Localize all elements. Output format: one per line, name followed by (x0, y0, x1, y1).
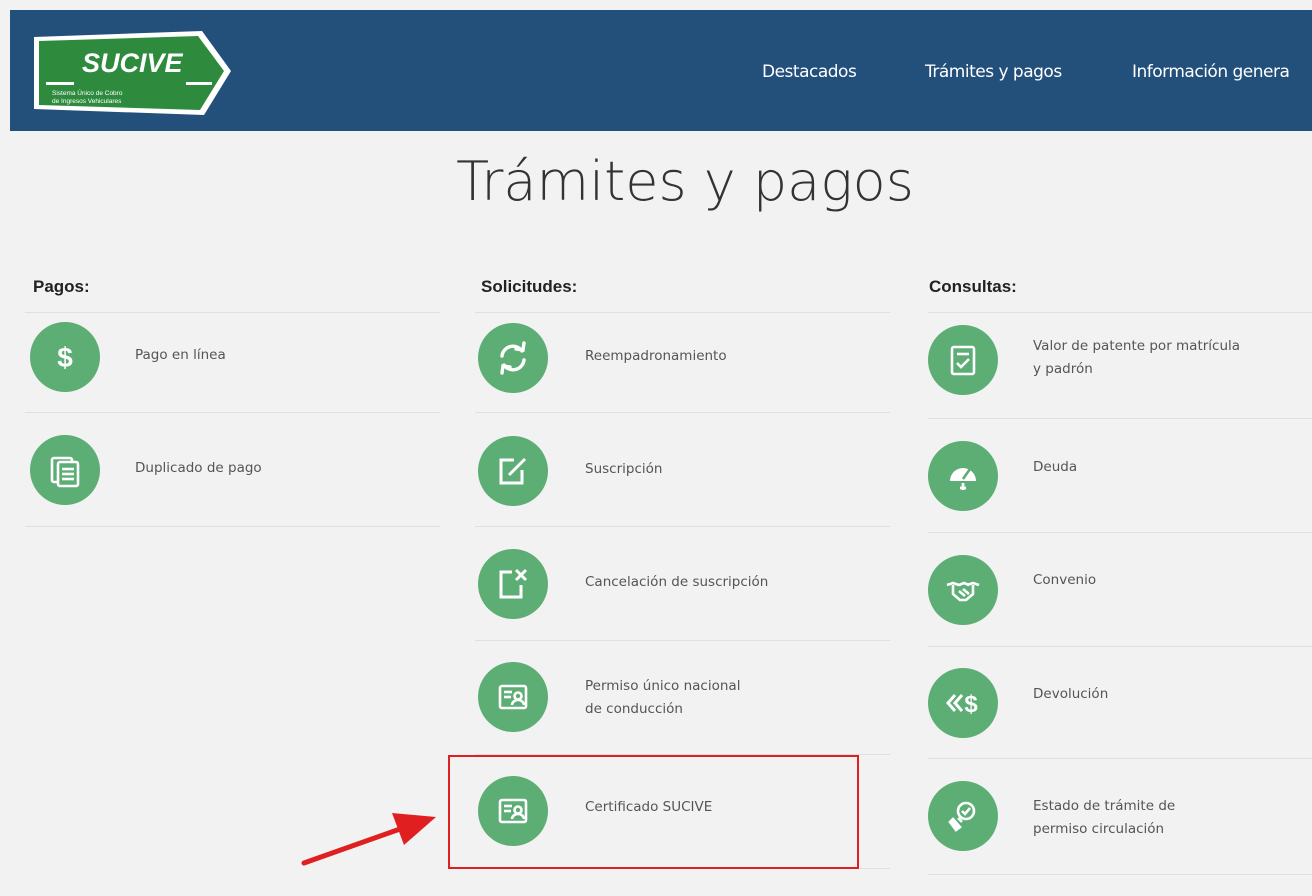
item-estado-de-tramite[interactable]: Estado de trámite de permiso circulación (1033, 795, 1293, 841)
divider (928, 532, 1312, 533)
page: SUCIVE Sistema Único de Cobro de Ingreso… (0, 0, 1312, 896)
divider (25, 412, 440, 413)
handshake-icon[interactable] (928, 555, 998, 625)
nav-tramites-y-pagos[interactable]: Trámites y pagos (925, 62, 1062, 82)
item-label: Estado de trámite de (1033, 798, 1176, 814)
refund-icon[interactable]: $ (928, 668, 998, 738)
item-label: Valor de patente por matrícula (1033, 338, 1241, 354)
item-devolucion[interactable]: Devolución (1033, 683, 1293, 706)
svg-text:$: $ (964, 691, 978, 718)
divider (25, 312, 440, 313)
item-label-line2: permiso circulación (1033, 821, 1165, 837)
item-convenio[interactable]: Convenio (1033, 569, 1293, 592)
item-reempadronamiento[interactable]: Reempadronamiento (585, 345, 845, 368)
divider (928, 312, 1312, 313)
item-label: Duplicado de pago (135, 460, 262, 476)
page-title: Trámites y pagos (456, 150, 914, 213)
sucive-logo[interactable]: SUCIVE Sistema Único de Cobro de Ingreso… (26, 27, 236, 122)
nav-destacados[interactable]: Destacados (762, 62, 857, 82)
status-check-icon[interactable] (928, 781, 998, 851)
item-label: Permiso único nacional (585, 678, 741, 694)
pagos-heading: Pagos: (33, 277, 90, 296)
red-arrow-annotation (301, 813, 436, 866)
documents-icon[interactable] (30, 435, 100, 505)
divider (928, 646, 1312, 647)
dollar-icon[interactable]: $ (30, 322, 100, 392)
item-duplicado-de-pago[interactable]: Duplicado de pago (135, 457, 395, 480)
item-suscripcion[interactable]: Suscripción (585, 458, 845, 481)
nav-informacion-general[interactable]: Información genera (1132, 62, 1290, 82)
logo-tagline-1: Sistema Único de Cobro (52, 88, 123, 97)
item-pago-en-linea[interactable]: Pago en línea (135, 344, 395, 367)
item-deuda[interactable]: Deuda (1033, 456, 1293, 479)
logo-brand-text: SUCIVE (82, 48, 184, 78)
highlight-box (448, 755, 859, 869)
item-label: Reempadronamiento (585, 348, 727, 364)
divider (928, 758, 1312, 759)
site-header: SUCIVE Sistema Único de Cobro de Ingreso… (10, 10, 1312, 131)
edit-icon[interactable] (478, 436, 548, 506)
divider (928, 874, 1312, 875)
item-label: Cancelación de suscripción (585, 574, 769, 590)
item-valor-de-patente[interactable]: Valor de patente por matrícula y padrón (1033, 335, 1293, 381)
item-label: Convenio (1033, 572, 1097, 588)
divider (475, 640, 890, 641)
logo-tagline-2: de Ingresos Vehiculares (52, 98, 122, 105)
svg-text:$: $ (57, 342, 73, 373)
item-label-line2: de conducción (585, 701, 683, 717)
refresh-icon[interactable] (478, 323, 548, 393)
item-label-line2: y padrón (1033, 361, 1093, 377)
divider (25, 526, 440, 527)
item-cancelacion-de-suscripcion[interactable]: Cancelación de suscripción (585, 571, 845, 594)
item-label: Deuda (1033, 459, 1078, 475)
divider (475, 312, 890, 313)
license-card-icon[interactable] (478, 662, 548, 732)
checklist-icon[interactable] (928, 325, 998, 395)
consultas-heading: Consultas: (929, 277, 1017, 296)
item-permiso-unico-nacional[interactable]: Permiso único nacional de conducción (585, 675, 845, 721)
divider (928, 418, 1312, 419)
item-label: Suscripción (585, 461, 663, 477)
item-label: Devolución (1033, 686, 1109, 702)
solicitudes-heading: Solicitudes: (481, 277, 578, 296)
gauge-icon[interactable] (928, 441, 998, 511)
divider (475, 412, 890, 413)
item-label: Pago en línea (135, 347, 226, 363)
divider (475, 526, 890, 527)
cancel-document-icon[interactable] (478, 549, 548, 619)
